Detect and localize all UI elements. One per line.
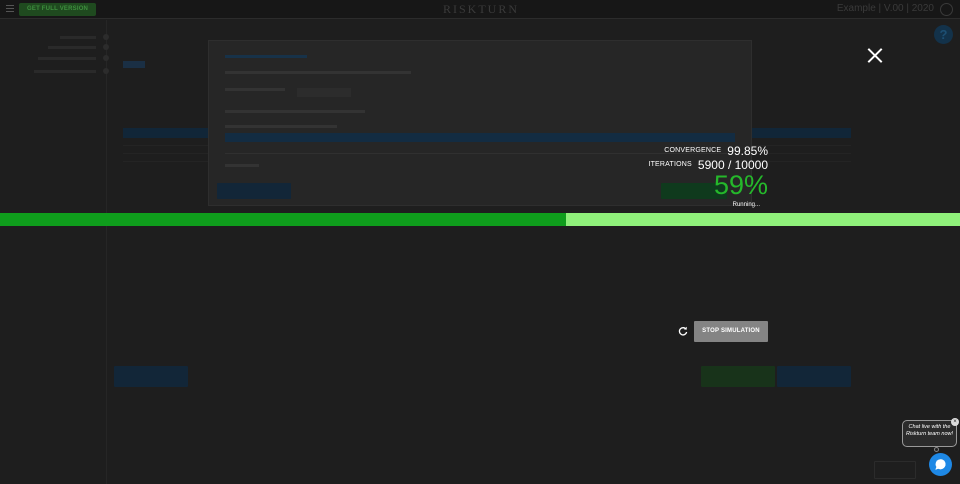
progress-bar bbox=[0, 213, 960, 226]
user-icon[interactable] bbox=[940, 3, 953, 16]
help-icon[interactable]: ? bbox=[934, 25, 953, 44]
modal-option bbox=[225, 110, 365, 113]
sidebar-step bbox=[34, 70, 96, 73]
chat-bubble-tail bbox=[934, 447, 939, 452]
progress-percent: 59% bbox=[713, 170, 768, 200]
modal-option bbox=[225, 164, 259, 167]
modal-title bbox=[225, 55, 307, 58]
chat-launcher-button[interactable] bbox=[929, 453, 952, 476]
sidebar-step bbox=[38, 57, 96, 60]
modal-table-row bbox=[225, 144, 735, 154]
modal-option bbox=[225, 88, 285, 91]
section-tag bbox=[123, 61, 145, 68]
app-logo: RISKTURN bbox=[443, 2, 520, 16]
sidebar-step bbox=[48, 46, 96, 49]
sidebar-step bbox=[60, 36, 96, 39]
background-back-button bbox=[114, 366, 188, 387]
sidebar-step-dot bbox=[103, 44, 109, 50]
background-secondary-button bbox=[874, 461, 916, 479]
modal-input bbox=[297, 88, 351, 97]
iterations-label: Iterations bbox=[648, 161, 692, 169]
chat-invite-bubble[interactable]: Chat live with the Riskturn team now! bbox=[902, 420, 957, 447]
status-text: Running... bbox=[732, 202, 760, 208]
refresh-icon[interactable] bbox=[678, 326, 688, 336]
convergence-label: Convergence bbox=[664, 147, 722, 155]
simulation-settings-modal bbox=[208, 40, 752, 206]
get-full-version-button[interactable]: GET FULL VERSION bbox=[19, 3, 97, 16]
top-bar: GET FULL VERSION RISKTURN Example | V.00… bbox=[0, 0, 960, 19]
modal-subtitle bbox=[225, 71, 411, 74]
modal-table-header bbox=[225, 133, 735, 142]
close-icon[interactable] bbox=[866, 47, 884, 65]
sidebar-step-dot bbox=[103, 55, 109, 61]
background-save-button bbox=[701, 366, 775, 387]
modal-back-button bbox=[217, 183, 291, 199]
sidebar-step-dot bbox=[103, 34, 109, 40]
left-sidebar bbox=[0, 20, 109, 484]
close-icon[interactable]: × bbox=[951, 418, 959, 426]
progress-bar-fill bbox=[0, 213, 567, 226]
menu-icon[interactable] bbox=[6, 5, 14, 13]
stop-simulation-button[interactable]: STOP SIMULATION bbox=[694, 321, 768, 342]
version-label: Example | V.00 | 2020 bbox=[836, 3, 934, 14]
chat-icon bbox=[935, 459, 946, 470]
sidebar-step-dot bbox=[103, 68, 109, 74]
background-next-button bbox=[777, 366, 851, 387]
modal-section-title bbox=[225, 125, 337, 128]
